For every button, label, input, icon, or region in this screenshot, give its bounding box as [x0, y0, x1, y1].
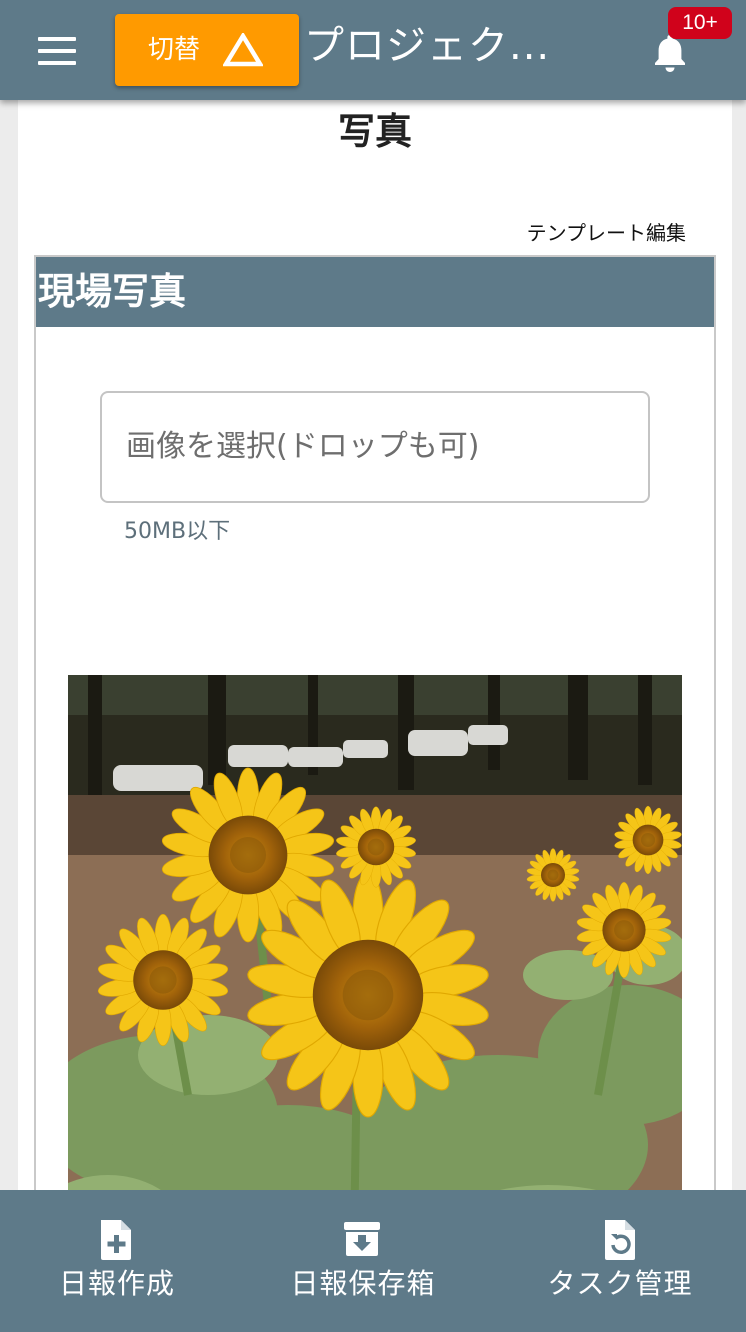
section-title: 現場写真: [38, 270, 186, 313]
file-plus-icon: [101, 1220, 131, 1260]
page-content: 写真 テンプレート編集 現場写真 画像を選択(ドロップも可) 50MB以下: [18, 100, 732, 1295]
archive-icon: [344, 1222, 380, 1256]
switch-button-label: 切替: [148, 35, 201, 65]
project-title[interactable]: プロジェク...: [304, 18, 564, 78]
page-title: 写真: [338, 110, 412, 153]
menu-icon[interactable]: [38, 37, 76, 65]
nav-task-management[interactable]: タスク管理: [500, 1190, 740, 1332]
task-refresh-icon: [605, 1220, 635, 1260]
nav-report-archive[interactable]: 日報保存箱: [246, 1190, 480, 1332]
bottom-navigation: 日報作成 日報保存箱 タスク管理: [0, 1190, 746, 1332]
image-file-input[interactable]: 画像を選択(ドロップも可): [100, 391, 650, 503]
notification-badge: 10+: [668, 7, 732, 39]
top-app-bar: 切替 プロジェク... 10+: [0, 0, 746, 100]
nav-create-report-label: 日報作成: [58, 1267, 175, 1300]
template-edit-link[interactable]: テンプレート編集: [527, 220, 686, 246]
photo-section-card: 現場写真 画像を選択(ドロップも可) 50MB以下: [34, 255, 716, 1295]
nav-report-archive-label: 日報保存箱: [290, 1267, 436, 1300]
file-size-limit: 50MB以下: [124, 519, 231, 544]
file-input-placeholder: 画像を選択(ドロップも可): [126, 429, 480, 464]
warning-triangle-icon: [223, 33, 263, 67]
section-header: 現場写真: [36, 257, 714, 327]
nav-create-report[interactable]: 日報作成: [0, 1190, 234, 1332]
switch-button[interactable]: 切替: [115, 14, 299, 86]
nav-task-management-label: タスク管理: [547, 1267, 693, 1300]
